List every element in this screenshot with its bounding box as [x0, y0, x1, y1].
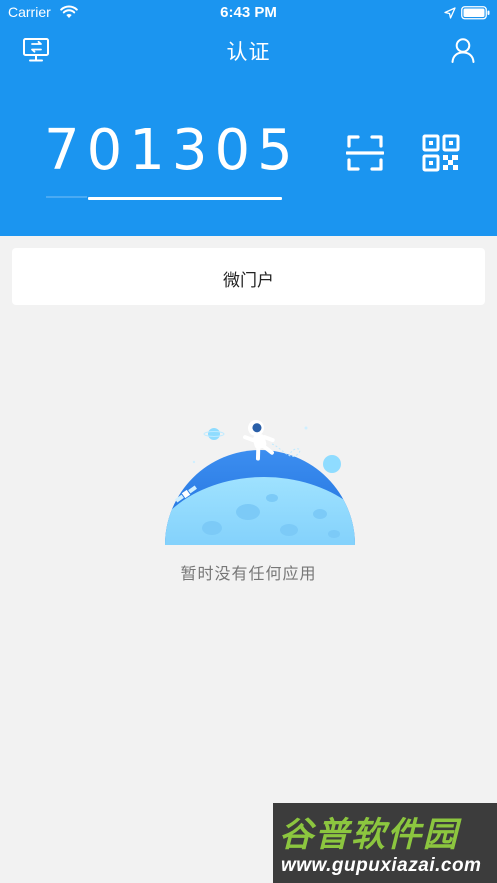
user-icon[interactable]	[450, 37, 476, 63]
nav-bar: 认证	[0, 28, 497, 72]
status-bar: Carrier 6:43 PM	[0, 0, 497, 26]
empty-state-message: 暂时没有任何应用	[180, 564, 317, 583]
qrcode-icon[interactable]	[422, 134, 460, 172]
otp-code: 701305	[44, 118, 300, 183]
watermark-title: 谷普软件园	[279, 815, 459, 855]
watermark: 谷普软件园 www.gupuxiazai.com	[273, 803, 497, 883]
micro-portal-label: 微门户	[223, 271, 274, 291]
scan-icon[interactable]	[345, 134, 385, 172]
watermark-url: www.gupuxiazai.com	[281, 855, 482, 876]
empty-state-illustration	[164, 402, 356, 548]
header: Carrier 6:43 PM 认证 701305	[0, 0, 497, 236]
page-title: 认证	[226, 40, 271, 64]
battery-icon	[461, 6, 491, 24]
location-arrow-icon	[444, 6, 456, 23]
status-time: 6:43 PM	[220, 4, 277, 21]
auth-screen: Carrier 6:43 PM 认证 701305 微门户 暂时没有任何应用 谷…	[0, 0, 497, 883]
otp-countdown-bar	[88, 197, 282, 200]
otp-countdown-track	[46, 196, 87, 198]
micro-portal-card[interactable]: 微门户	[12, 248, 485, 305]
